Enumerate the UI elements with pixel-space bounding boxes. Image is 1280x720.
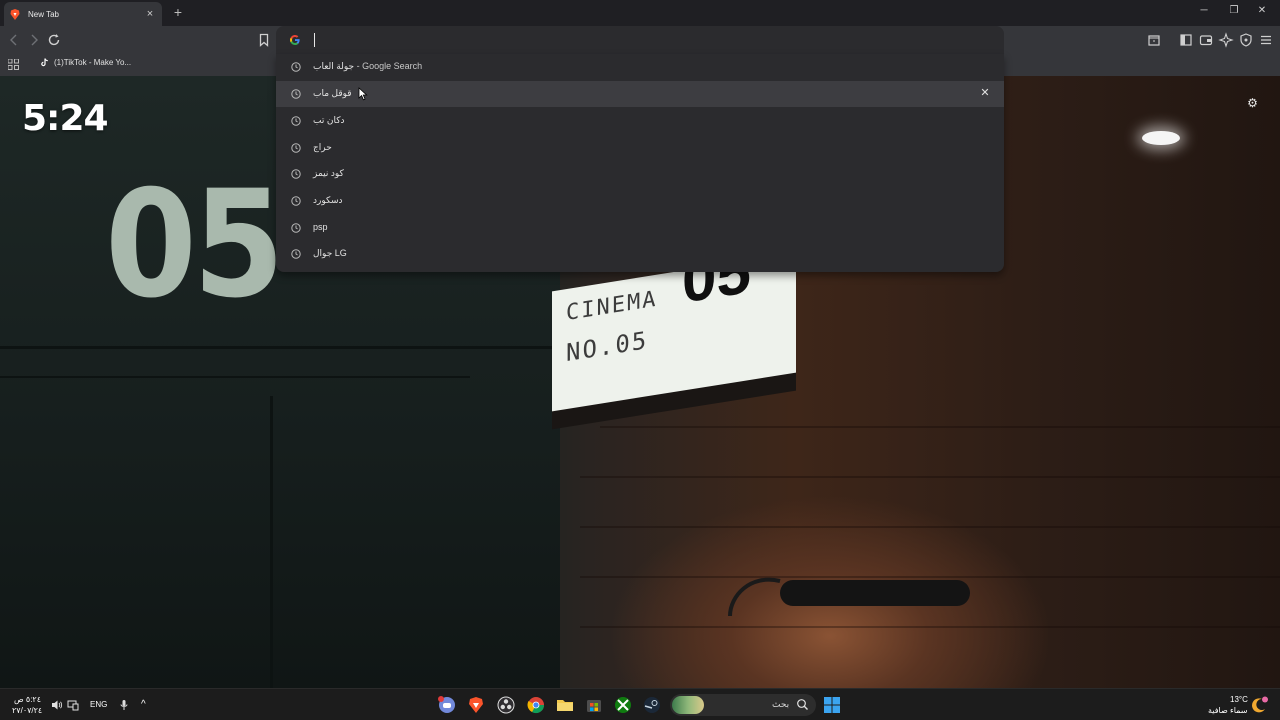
brick-line (600, 426, 1280, 428)
background-number: 05 (105, 158, 285, 332)
vpn-icon[interactable] (1238, 32, 1254, 48)
suggestion-text: كود نيمز (313, 168, 344, 178)
obs-studio-icon[interactable] (496, 695, 516, 715)
wall-seam (0, 376, 470, 378)
taskbar: ٥:٢٤ ص ٢٧/٠٧/٢٤ ENG ^ بحث 13°C سماء صافي… (0, 688, 1280, 720)
bookmark-tiktok[interactable]: (1)TikTok - Make Yo... (40, 58, 131, 67)
discord-icon[interactable] (437, 695, 457, 715)
microphone-icon[interactable] (119, 699, 129, 711)
bookmark-icon[interactable] (256, 32, 272, 48)
taskbar-search[interactable]: بحث (670, 694, 816, 716)
ceiling-light (1142, 131, 1180, 145)
steam-icon[interactable] (642, 695, 662, 715)
gear-icon[interactable]: ⚙ (1246, 97, 1259, 110)
brick-line (580, 526, 1280, 528)
restore-button[interactable]: ❐ (1224, 5, 1244, 16)
history-icon (291, 143, 301, 153)
history-icon (291, 223, 301, 233)
cinema-sign: CINEMA NO.05 05 (552, 237, 796, 412)
google-icon (290, 35, 300, 45)
suggestion-item[interactable]: كود نيمز (276, 161, 1004, 187)
history-icon (291, 169, 301, 179)
language-indicator[interactable]: ENG (90, 700, 107, 709)
tab-close-icon[interactable]: × (144, 8, 156, 20)
screen: New Tab × + ─ ❐ ✕ (1)TikTok - Make Yo...… (0, 0, 1280, 720)
suggestion-item[interactable]: psp (276, 215, 1004, 241)
tray-time[interactable]: ٥:٢٤ ص (14, 695, 41, 704)
sidebar-icon[interactable] (1178, 32, 1194, 48)
close-window-button[interactable]: ✕ (1252, 5, 1272, 16)
leo-ai-icon[interactable] (1218, 32, 1234, 48)
tray-overflow-chevron-icon[interactable]: ^ (141, 699, 146, 710)
sign-text-line2: NO.05 (566, 326, 649, 368)
menu-icon[interactable] (1258, 32, 1274, 48)
back-icon[interactable] (6, 32, 22, 48)
network-icon[interactable] (67, 699, 79, 711)
brick-line (580, 476, 1280, 478)
moon-weather-icon[interactable] (1250, 696, 1268, 714)
suggestion-text: جولة العاب - Google Search (313, 61, 422, 72)
suggestion-item[interactable]: دسكورد (276, 188, 1004, 214)
address-bar[interactable] (276, 26, 1004, 54)
search-icon (797, 699, 808, 710)
suggestion-text: دسكورد (313, 195, 343, 205)
bookmark-label: (1)TikTok - Make Yo... (54, 58, 132, 67)
tiktok-icon (41, 58, 48, 67)
suggestion-item[interactable]: جوال LG (276, 241, 1004, 267)
brick-line (580, 626, 1280, 628)
title-bar: New Tab × + ─ ❐ ✕ (0, 0, 1280, 26)
brave-browser-icon[interactable] (466, 695, 486, 715)
search-placeholder: بحث (772, 699, 790, 709)
tab-new-tab[interactable]: New Tab × (4, 2, 162, 26)
wall-seam (270, 396, 273, 688)
suggestions-dropdown: جولة العاب - Google Search قوقل ماب ✕ دك… (276, 54, 1004, 272)
history-icon (291, 89, 301, 99)
volume-icon[interactable] (51, 699, 63, 711)
windows-start-icon[interactable] (824, 697, 840, 713)
wall-seam (0, 346, 560, 349)
shields-icon[interactable] (1146, 32, 1162, 48)
minimize-button[interactable]: ─ (1194, 5, 1214, 16)
suggestion-query: جولة العاب (313, 61, 355, 71)
text-caret (314, 33, 315, 47)
suggestion-suffix: - Google Search (354, 61, 423, 71)
suggestion-text: حراج (313, 142, 332, 152)
mouse-cursor-icon (358, 87, 368, 101)
forward-icon[interactable] (26, 32, 42, 48)
wall-lamp (728, 577, 970, 616)
suggestion-text: دكان تب (313, 115, 345, 125)
apps-grid-icon[interactable] (8, 59, 19, 70)
history-icon (291, 62, 301, 72)
suggestion-item[interactable]: قوقل ماب ✕ (276, 81, 1004, 107)
chrome-icon[interactable] (526, 695, 546, 715)
xbox-icon[interactable] (613, 695, 633, 715)
suggestion-text: psp (313, 222, 328, 232)
wallet-icon[interactable] (1198, 32, 1214, 48)
reload-icon[interactable] (46, 32, 62, 48)
history-icon (291, 196, 301, 206)
suggestion-item[interactable]: دكان تب (276, 108, 1004, 134)
suggestion-item[interactable]: جولة العاب - Google Search (276, 54, 1004, 80)
new-tab-button[interactable]: + (170, 4, 186, 20)
tray-date[interactable]: ٢٧/٠٧/٢٤ (12, 706, 42, 715)
weather-description[interactable]: سماء صافية (1208, 706, 1248, 715)
history-icon (291, 249, 301, 259)
search-highlight-image (672, 696, 704, 714)
history-icon (291, 116, 301, 126)
suggestion-text: جوال LG (313, 248, 347, 258)
clock: 5:24 (22, 98, 109, 139)
file-explorer-icon[interactable] (555, 695, 575, 715)
weather-temperature[interactable]: 13°C (1230, 695, 1248, 704)
store-icon[interactable] (584, 695, 604, 715)
sign-text-line1: CINEMA (566, 286, 658, 327)
tab-title: New Tab (28, 9, 59, 19)
brave-icon (10, 8, 20, 20)
suggestion-item[interactable]: حراج (276, 135, 1004, 161)
remove-suggestion-icon[interactable]: ✕ (978, 86, 992, 100)
suggestion-text: قوقل ماب (313, 88, 352, 98)
